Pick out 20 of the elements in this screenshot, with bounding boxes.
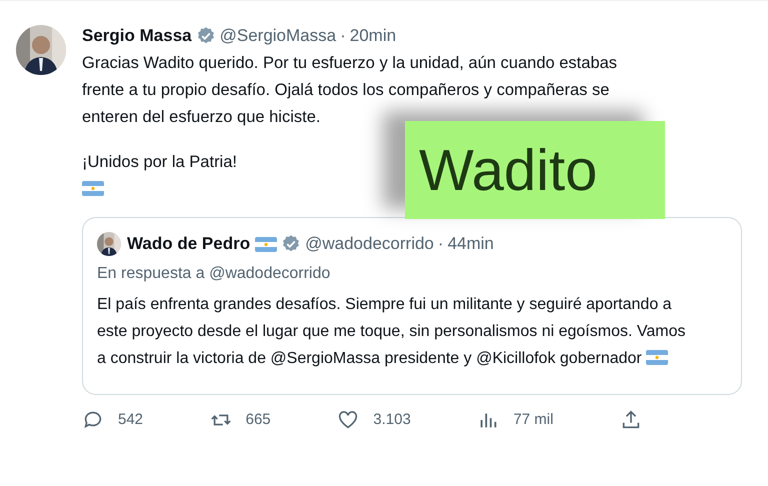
action-count: 665 [246, 410, 271, 430]
post-time: 20min [350, 25, 396, 47]
author-handle: @SergioMassa [220, 25, 336, 47]
author-name: Sergio Massa [82, 25, 192, 47]
action-count: 3.103 [373, 410, 411, 430]
action-count: 542 [118, 410, 144, 430]
retweet-action[interactable]: 665 [210, 409, 271, 432]
separator-dot: · [438, 233, 444, 255]
action-count: 77 mil [513, 410, 554, 430]
author-name: Wado de Pedro [127, 233, 250, 255]
post-time: 44min [448, 233, 494, 255]
reply-context: En respuesta a @wadodecorrido [97, 264, 332, 284]
quoted-text: El país enfrenta grandes desafíos. Siempre fui un militante y seguiré aportando a este proyecto desde el lugar que me toque, sin personalismos ni egoísmos. Vamos a construir la victoria de @SergioMassa presidente y @Kicillofok gobernador [97, 296, 686, 367]
like-action[interactable]: 3.103 [337, 409, 411, 432]
views-action[interactable]: 77 mil [477, 409, 554, 432]
separator-dot: · [340, 25, 346, 47]
overlay-label: Wadito [405, 121, 665, 219]
tweet-text: ¡Unidos por la Patria! [82, 152, 237, 173]
reply-action[interactable]: 542 [82, 409, 144, 432]
author-handle: @wadodecorrido [305, 233, 434, 255]
